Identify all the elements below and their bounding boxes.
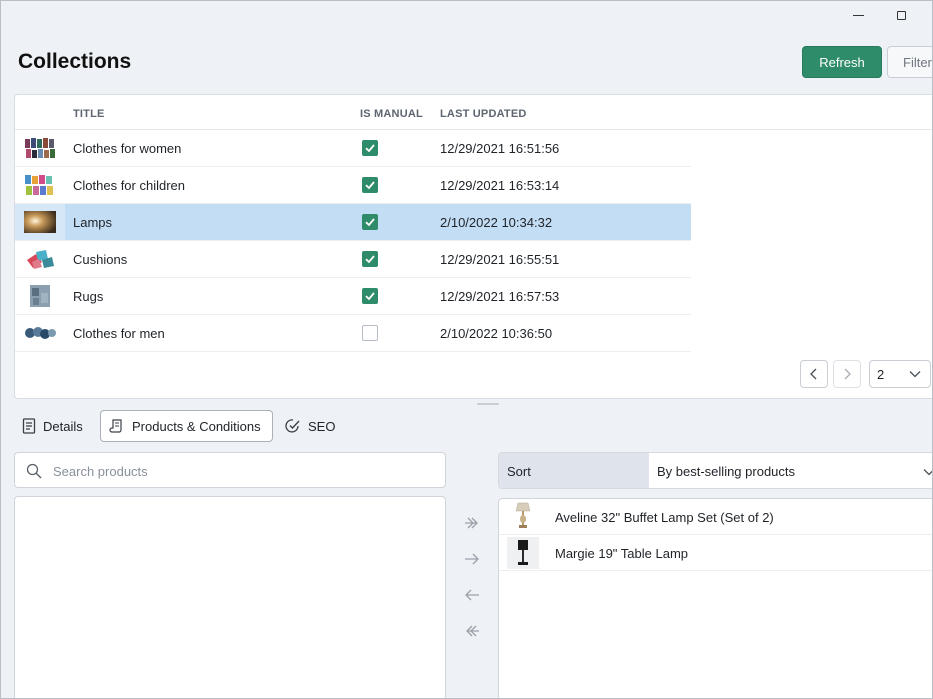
- row-last-updated: 2/10/2022 10:36:50: [440, 326, 553, 341]
- buffet-lamp-thumbnail: [515, 502, 531, 528]
- list-item[interactable]: Aveline 32" Buffet Lamp Set (Set of 2): [499, 499, 933, 535]
- is-manual-checkbox[interactable]: [362, 140, 378, 156]
- page-title: Collections: [18, 50, 132, 73]
- collection-products-list: Aveline 32" Buffet Lamp Set (Set of 2) M…: [498, 498, 933, 699]
- lamps-thumbnail: [24, 211, 56, 233]
- chevron-right-icon: [844, 368, 851, 380]
- search-input[interactable]: [53, 461, 433, 481]
- product-name: Margie 19" Table Lamp: [555, 546, 689, 561]
- search-icon: [26, 463, 42, 479]
- is-manual-checkbox[interactable]: [362, 214, 378, 230]
- is-manual-checkbox[interactable]: [362, 251, 378, 267]
- splitter-handle[interactable]: [477, 403, 499, 405]
- cushions-thumbnail: [27, 250, 54, 269]
- chevron-left-icon: [810, 368, 817, 380]
- row-last-updated: 12/29/2021 16:53:14: [440, 178, 560, 193]
- checkmark-icon: [365, 218, 375, 227]
- table-row[interactable]: Cushions 12/29/2021 16:55:51: [15, 241, 691, 278]
- row-title: Clothes for women: [73, 141, 182, 156]
- list-item[interactable]: Margie 19" Table Lamp: [499, 535, 933, 571]
- refresh-button[interactable]: Refresh: [802, 46, 882, 78]
- tab-seo[interactable]: SEO: [285, 410, 335, 442]
- row-thumbnail-cell: [15, 204, 65, 240]
- product-name: Aveline 32" Buffet Lamp Set (Set of 2): [555, 510, 774, 525]
- row-last-updated: 12/29/2021 16:57:53: [440, 289, 560, 304]
- table-row[interactable]: Lamps 2/10/2022 10:34:32: [15, 204, 691, 241]
- row-thumbnail-cell: [15, 130, 65, 166]
- tab-label: Details: [43, 418, 83, 434]
- double-arrow-right-icon: [465, 517, 478, 529]
- page-size-select[interactable]: 2: [869, 360, 931, 388]
- is-manual-checkbox[interactable]: [362, 288, 378, 304]
- column-header-is-manual[interactable]: IS MANUAL: [360, 108, 423, 120]
- checkmark-icon: [365, 181, 375, 190]
- sort-select[interactable]: Sort By best-selling products: [498, 452, 933, 489]
- table-row[interactable]: Rugs 12/29/2021 16:57:53: [15, 278, 691, 315]
- tab-details[interactable]: Details: [22, 410, 83, 442]
- table-row[interactable]: Clothes for children 12/29/2021 16:53:14: [15, 167, 691, 204]
- sort-value: By best-selling products: [657, 464, 796, 479]
- table-row[interactable]: Clothes for women 12/29/2021 16:51:56: [15, 130, 691, 167]
- sort-label: Sort: [499, 453, 649, 488]
- checkmark-icon: [365, 292, 375, 301]
- document-icon: [22, 418, 36, 434]
- double-arrow-left-icon: [466, 625, 479, 637]
- seo-check-icon: [285, 419, 300, 433]
- arrow-left-icon: [465, 589, 479, 601]
- collections-grid: TITLE IS MANUAL LAST UPDATED Clothes for…: [14, 94, 933, 399]
- previous-page-button[interactable]: [800, 360, 828, 388]
- row-thumbnail-cell: [15, 278, 65, 314]
- add-selected-button[interactable]: [459, 549, 485, 569]
- search-box: [14, 452, 446, 488]
- checkmark-icon: [365, 255, 375, 264]
- tab-products-conditions[interactable]: Products & Conditions: [100, 410, 273, 442]
- filter-button[interactable]: Filter: [887, 46, 933, 78]
- checkmark-icon: [365, 144, 375, 153]
- row-thumbnail-cell: [15, 241, 65, 277]
- column-header-title[interactable]: TITLE: [73, 108, 105, 120]
- row-last-updated: 12/29/2021 16:51:56: [440, 141, 560, 156]
- chevron-down-icon: [923, 469, 933, 476]
- row-last-updated: 12/29/2021 16:55:51: [440, 252, 560, 267]
- clothes-women-thumbnail: [25, 138, 55, 158]
- row-title: Cushions: [73, 252, 128, 267]
- chevron-down-icon: [909, 371, 921, 378]
- row-thumbnail-cell: [15, 315, 65, 351]
- table-row[interactable]: Clothes for men 2/10/2022 10:36:50: [15, 315, 691, 352]
- maximize-icon: [896, 10, 906, 20]
- remove-selected-button[interactable]: [459, 585, 485, 605]
- minimize-button[interactable]: [835, 4, 881, 26]
- table-lamp-thumbnail: [507, 537, 539, 569]
- maximize-button[interactable]: [878, 4, 924, 26]
- tab-label: Products & Conditions: [132, 418, 261, 434]
- scroll-icon: [109, 419, 122, 433]
- row-title: Clothes for children: [73, 178, 185, 193]
- minimize-icon: [852, 14, 864, 16]
- grid-header: TITLE IS MANUAL LAST UPDATED: [15, 95, 933, 130]
- clothes-children-thumbnail: [25, 175, 53, 195]
- available-products-list[interactable]: [14, 496, 446, 699]
- next-page-button[interactable]: [833, 360, 861, 388]
- column-header-last-updated[interactable]: LAST UPDATED: [440, 108, 527, 120]
- is-manual-checkbox[interactable]: [362, 325, 378, 341]
- remove-all-button[interactable]: [459, 621, 485, 641]
- is-manual-checkbox[interactable]: [362, 177, 378, 193]
- rugs-thumbnail: [30, 285, 50, 307]
- arrow-right-icon: [465, 553, 479, 565]
- row-title: Clothes for men: [73, 326, 165, 341]
- add-all-button[interactable]: [459, 513, 485, 533]
- tab-label: SEO: [308, 418, 336, 434]
- row-title: Rugs: [73, 289, 104, 304]
- row-last-updated: 2/10/2022 10:34:32: [440, 215, 553, 230]
- clothes-men-thumbnail: [25, 327, 56, 339]
- row-title: Lamps: [73, 215, 113, 230]
- page-size-value: 2: [877, 366, 885, 382]
- row-thumbnail-cell: [15, 167, 65, 203]
